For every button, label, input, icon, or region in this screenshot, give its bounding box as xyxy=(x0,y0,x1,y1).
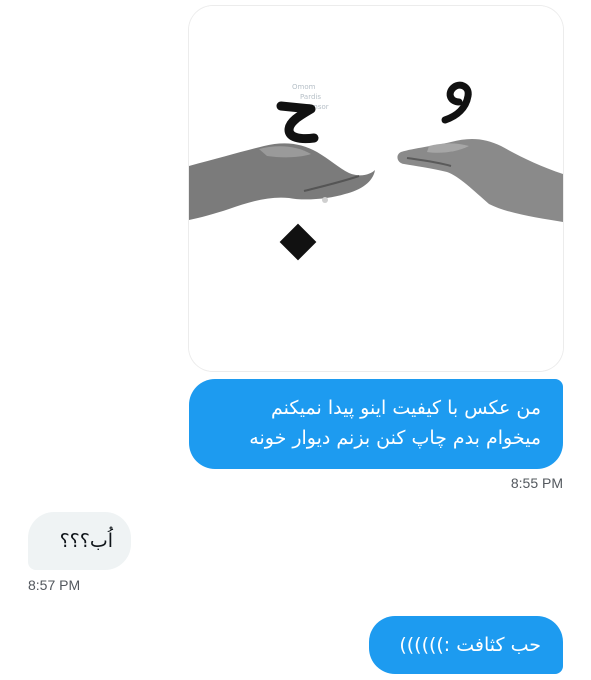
outgoing-message[interactable]: حب کثافت :)))))) xyxy=(369,616,563,674)
image-message[interactable]: Omom Pardis Tensor xyxy=(189,6,563,371)
svg-text:Pardis: Pardis xyxy=(300,93,321,101)
chat-thread: Omom Pardis Tensor من عکس با کیفیت اینو … xyxy=(0,0,591,680)
message-timestamp: 8:55 PM xyxy=(510,475,563,491)
message-text: حب کثافت :)))))) xyxy=(399,634,541,656)
outgoing-message[interactable]: من عکس با کیفیت اینو پیدا نمیکنم میخوام … xyxy=(189,379,563,469)
message-timestamp: 8:57 PM xyxy=(28,577,81,593)
message-line: من عکس با کیفیت اینو پیدا نمیکنم xyxy=(270,397,541,419)
message-line: میخوام بدم چاپ کنن بزنم دیوار خونه xyxy=(249,427,541,449)
artwork-image: Omom Pardis Tensor xyxy=(189,6,563,371)
svg-text:Omom: Omom xyxy=(292,83,316,91)
message-text: اُب؟؟؟ xyxy=(59,530,113,552)
incoming-message[interactable]: اُب؟؟؟ xyxy=(28,512,131,570)
